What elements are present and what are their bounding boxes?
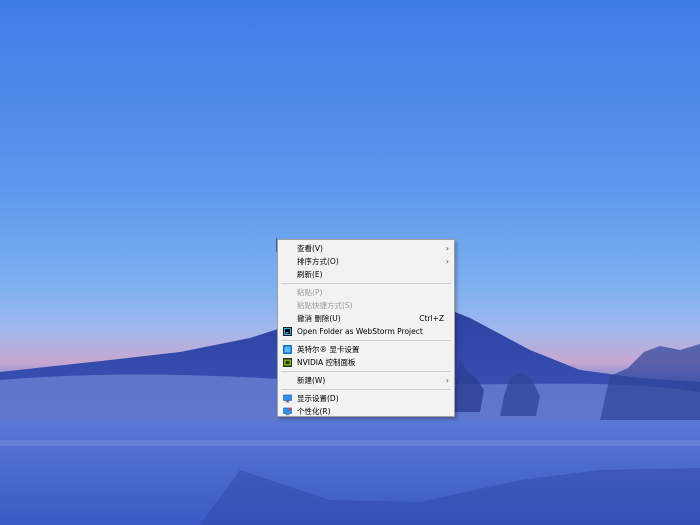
menu-item-shortcut: Ctrl+Z: [419, 314, 444, 323]
menu-separator: [281, 283, 451, 284]
menu-item-label: 排序方式(O): [297, 257, 339, 266]
menu-separator: [281, 371, 451, 372]
menu-item-intel-graphics[interactable]: 英特尔® 显卡设置: [278, 343, 454, 356]
menu-item-label: 刷新(E): [297, 270, 323, 279]
nvidia-icon: [283, 358, 292, 367]
webstorm-icon: [283, 327, 292, 336]
personalize-icon: [283, 407, 292, 416]
menu-item-label: 粘贴快捷方式(S): [297, 301, 353, 310]
menu-item-personalize[interactable]: 个性化(R): [278, 405, 454, 418]
menu-item-label: 显示设置(D): [297, 394, 339, 403]
menu-item-new[interactable]: 新建(W) ›: [278, 374, 454, 387]
display-settings-icon: [283, 394, 292, 403]
menu-item-paste-shortcut: 粘贴快捷方式(S): [278, 299, 454, 312]
menu-item-open-webstorm[interactable]: Open Folder as WebStorm Project: [278, 325, 454, 338]
menu-item-view[interactable]: 查看(V) ›: [278, 242, 454, 255]
menu-item-label: 查看(V): [297, 244, 323, 253]
desktop[interactable]: 查看(V) › 排序方式(O) › 刷新(E) 粘贴(P) 粘贴快捷方式(S) …: [0, 0, 700, 525]
menu-item-label: 撤消 删除(U): [297, 314, 341, 323]
menu-item-refresh[interactable]: 刷新(E): [278, 268, 454, 281]
chevron-right-icon: ›: [445, 257, 449, 266]
menu-item-sort-by[interactable]: 排序方式(O) ›: [278, 255, 454, 268]
menu-item-label: NVIDIA 控制面板: [297, 358, 356, 367]
chevron-right-icon: ›: [445, 376, 449, 385]
menu-item-paste: 粘贴(P): [278, 286, 454, 299]
menu-item-label: 个性化(R): [297, 407, 331, 416]
menu-separator: [281, 389, 451, 390]
chevron-right-icon: ›: [445, 244, 449, 253]
menu-item-display-settings[interactable]: 显示设置(D): [278, 392, 454, 405]
menu-item-label: 粘贴(P): [297, 288, 323, 297]
menu-item-label: 新建(W): [297, 376, 326, 385]
menu-item-undo-delete[interactable]: 撤消 删除(U) Ctrl+Z: [278, 312, 454, 325]
menu-item-label: 英特尔® 显卡设置: [297, 345, 360, 354]
intel-graphics-icon: [283, 345, 292, 354]
desktop-context-menu: 查看(V) › 排序方式(O) › 刷新(E) 粘贴(P) 粘贴快捷方式(S) …: [277, 239, 455, 417]
menu-item-nvidia-control-panel[interactable]: NVIDIA 控制面板: [278, 356, 454, 369]
menu-item-label: Open Folder as WebStorm Project: [297, 327, 423, 336]
menu-separator: [281, 340, 451, 341]
